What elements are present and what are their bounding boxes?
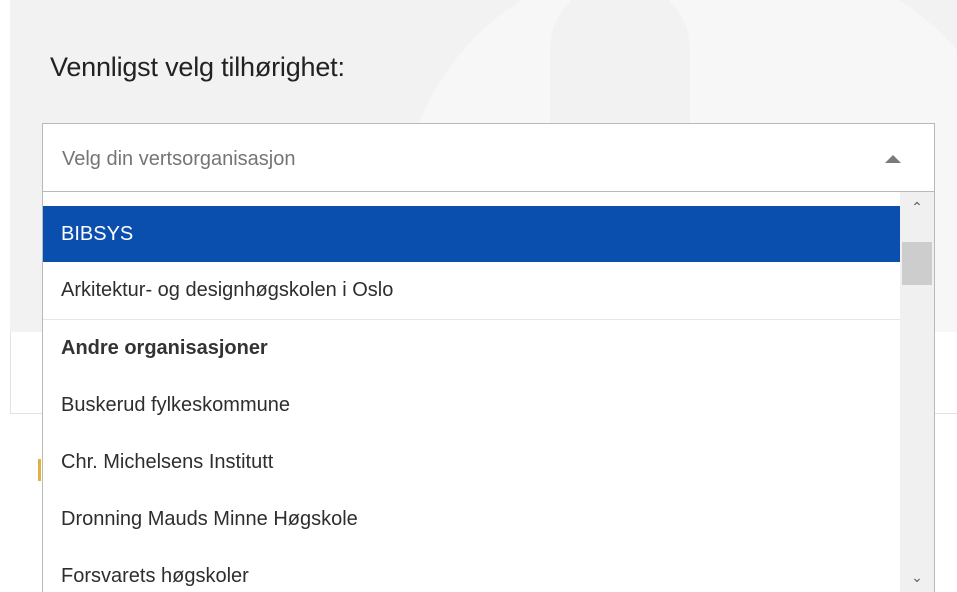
organization-select[interactable]: Velg din vertsorganisasjon	[42, 123, 935, 192]
scroll-up-icon[interactable]: ⌃	[900, 200, 934, 220]
option-arkitektur-og-designhogskolen[interactable]: Arkitektur- og designhøgskolen i Oslo	[43, 262, 900, 320]
option-buskerud-fylkeskommune[interactable]: Buskerud fylkeskommune	[43, 377, 900, 434]
option-chr-michelsens-institutt[interactable]: Chr. Michelsens Institutt	[43, 434, 900, 491]
option-bibsys[interactable]: BIBSYS	[43, 206, 900, 262]
option-list: BIBSYS Arkitektur- og designhøgskolen i …	[43, 206, 900, 592]
option-forsvarets-hogskoler[interactable]: Forsvarets høgskoler	[43, 548, 900, 592]
caret-up-icon[interactable]	[885, 155, 901, 163]
select-placeholder: Velg din vertsorganisasjon	[62, 148, 296, 170]
dropdown-scrollbar[interactable]: ⌃ ⌄	[900, 192, 934, 592]
organization-dropdown[interactable]: BIBSYS Arkitektur- og designhøgskolen i …	[42, 192, 935, 592]
option-group-andre-organisasjoner: Andre organisasjoner	[61, 337, 268, 359]
page-heading: Vennligst velg tilhørighet:	[50, 52, 345, 82]
option-dronning-mauds-minne[interactable]: Dronning Mauds Minne Høgskole	[43, 491, 900, 548]
scroll-down-icon[interactable]: ⌄	[900, 570, 934, 590]
scrollbar-thumb[interactable]	[902, 242, 932, 285]
partial-link-marker	[38, 459, 41, 481]
